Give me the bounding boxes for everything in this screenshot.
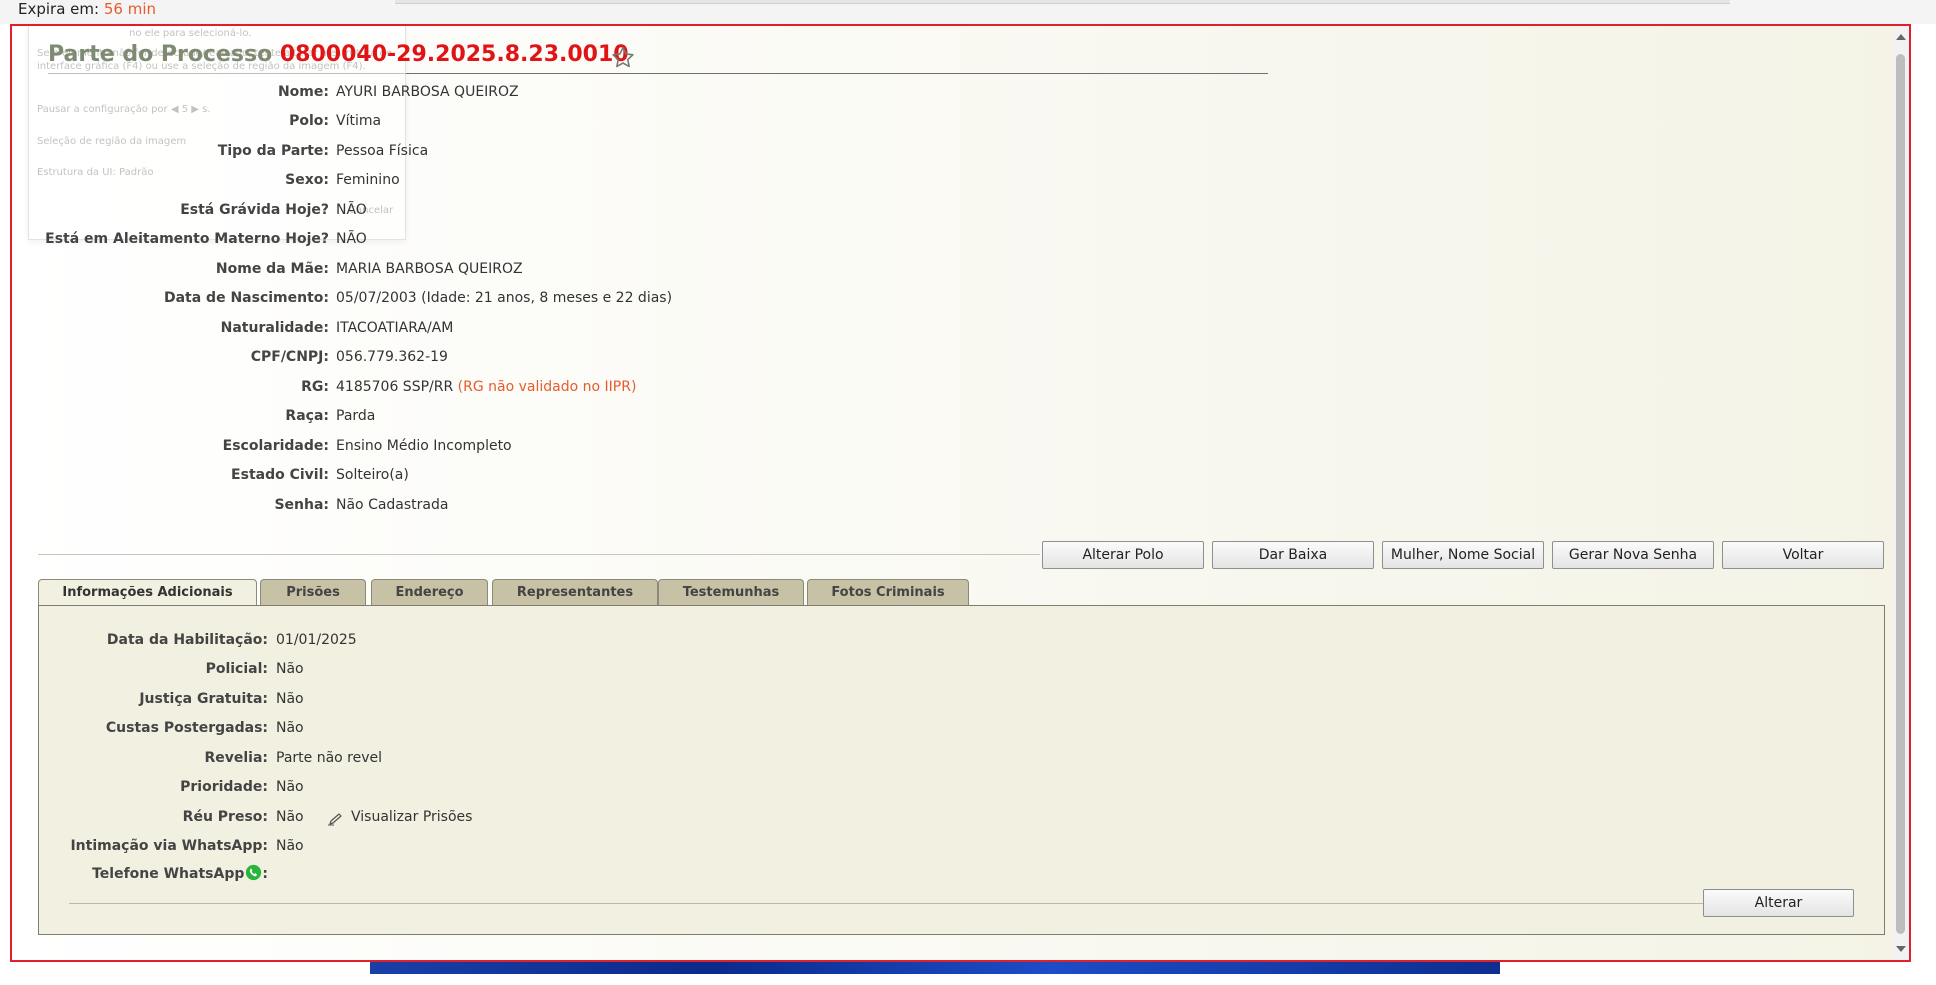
detail-value: AYURI BARBOSA QUEIROZ — [336, 84, 519, 100]
info-value: Não — [276, 779, 304, 795]
ghost-line: no ele para selecioná-lo. — [129, 28, 252, 39]
detail-value: 056.779.362-19 — [336, 349, 448, 365]
detail-value: 05/07/2003 (Idade: 21 anos, 8 meses e 22… — [336, 290, 673, 306]
pencil-icon — [328, 813, 342, 826]
rg-number: 4185706 SSP/RR — [336, 379, 454, 395]
info-label: Custas Postergadas: — [105, 720, 268, 736]
detail-label: Sexo: — [285, 172, 329, 188]
detail-label: Escolaridade: — [222, 438, 329, 454]
detail-label: Data de Nascimento: — [163, 290, 329, 306]
info-value: 01/01/2025 — [276, 632, 357, 648]
detail-label: Nome da Mãe: — [215, 261, 329, 277]
alterar-button[interactable]: Alterar — [1703, 889, 1854, 917]
tab-prisoes[interactable]: Prisões — [260, 579, 366, 606]
detail-value: Pessoa Física — [336, 143, 429, 159]
detail-value: Vítima — [336, 113, 382, 129]
info-value: Parte não revel — [276, 750, 383, 766]
detail-value: MARIA BARBOSA QUEIROZ — [336, 261, 523, 277]
tab-fotos-criminais[interactable]: Fotos Criminais — [807, 579, 969, 606]
scrollbar-thumb[interactable] — [1896, 54, 1905, 934]
detail-value: ITACOATIARA/AM — [336, 320, 454, 336]
process-number: 0800040-29.2025.8.23.0010 — [279, 42, 629, 67]
detail-label: Tipo da Parte: — [217, 143, 329, 159]
page-title: Parte do Processo 0800040-29.2025.8.23.0… — [48, 42, 629, 67]
tab-informacoes-adicionais[interactable]: Informações Adicionais — [38, 579, 257, 607]
detail-value: Feminino — [336, 172, 400, 188]
detail-label: Polo: — [289, 113, 329, 129]
info-label: Réu Preso: — [182, 809, 268, 825]
session-expiry: Expira em: 56 min — [18, 0, 156, 18]
expiry-label: Expira em: — [18, 0, 100, 18]
info-label: Policial: — [205, 661, 268, 677]
title-prefix: Parte do Processo — [48, 42, 273, 67]
detail-value: Não Cadastrada — [336, 497, 449, 513]
info-value: Não — [276, 720, 304, 736]
detail-value: Solteiro(a) — [336, 467, 409, 483]
whatsapp-icon — [246, 864, 262, 881]
scroll-down-arrow-icon[interactable] — [1896, 946, 1906, 952]
info-value: Não — [276, 691, 304, 707]
visualizar-prisoes-link[interactable]: Visualizar Prisões — [351, 809, 472, 825]
detail-value: 4185706 SSP/RR (RG não validado no IIPR) — [336, 379, 636, 395]
info-value: Não — [276, 838, 304, 854]
alterar-polo-button[interactable]: Alterar Polo — [1042, 541, 1204, 569]
telefone-whatsapp-label: Telefone WhatsApp — [92, 866, 245, 882]
info-value: Não — [276, 661, 304, 677]
vertical-scrollbar[interactable] — [1893, 26, 1909, 960]
info-label: Justiça Gratuita: — [139, 691, 268, 707]
detail-value: NÃO — [336, 231, 367, 247]
top-input-edge — [395, 0, 1730, 4]
desktop-wallpaper-peek — [370, 962, 1500, 974]
info-value: Não — [276, 809, 304, 825]
detail-value: Ensino Médio Incompleto — [336, 438, 512, 454]
detail-label: Está Grávida Hoje? — [180, 202, 329, 218]
dar-baixa-button[interactable]: Dar Baixa — [1212, 541, 1374, 569]
info-label: Revelia: — [204, 750, 268, 766]
actions-divider — [38, 554, 1040, 555]
nome-social-button[interactable]: Mulher, Nome Social — [1382, 541, 1544, 569]
detail-label: Raça: — [285, 408, 329, 424]
info-label: Telefone WhatsApp: — [92, 864, 268, 882]
detail-label: Estado Civil: — [231, 467, 329, 483]
tab-panel-informacoes: Data da Habilitação: 01/01/2025 Policial:… — [38, 605, 1885, 935]
detail-label: Senha: — [274, 497, 329, 513]
gerar-senha-button[interactable]: Gerar Nova Senha — [1552, 541, 1714, 569]
detail-label: RG: — [301, 379, 329, 395]
panel-divider — [69, 903, 1731, 904]
star-icon[interactable] — [610, 45, 636, 70]
scroll-up-arrow-icon[interactable] — [1896, 34, 1906, 40]
tab-testemunhas[interactable]: Testemunhas — [658, 579, 804, 606]
info-label: Prioridade: — [180, 779, 268, 795]
rg-warning: (RG não validado no IIPR) — [457, 379, 637, 395]
tab-representantes[interactable]: Representantes — [492, 579, 658, 606]
detail-label: Nome: — [277, 84, 329, 100]
detail-label: Naturalidade: — [220, 320, 329, 336]
info-label: Data da Habilitação: — [106, 632, 268, 648]
detail-value: NÃO — [336, 202, 367, 218]
expiry-value: 56 min — [103, 0, 157, 18]
detail-label: Está em Aleitamento Materno Hoje? — [45, 231, 329, 247]
detail-label: CPF/CNPJ: — [250, 349, 329, 365]
info-label: Intimação via WhatsApp: — [70, 838, 268, 854]
voltar-button[interactable]: Voltar — [1722, 541, 1884, 569]
detail-value: Parda — [336, 408, 376, 424]
tab-endereco[interactable]: Endereço — [371, 579, 488, 606]
